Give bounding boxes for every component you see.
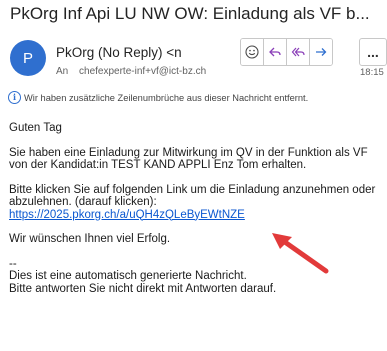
sender-name[interactable]: PkOrg (No Reply) <n [56,45,182,60]
no-reply-text: Bitte antworten Sie nicht direkt mit Ant… [9,282,277,295]
message-actions [240,38,333,66]
info-notice-text: Wir haben zusätzliche Zeilenumbrüche aus… [24,92,309,103]
avatar-initial: P [22,49,33,67]
emoji-reaction-icon[interactable] [241,39,264,65]
more-options-button[interactable]: ... [359,38,387,66]
info-icon: i [8,91,21,104]
sender-avatar[interactable]: P [10,40,46,76]
reply-all-icon[interactable] [287,39,310,65]
invite-text: Sie haben eine Einladung zur Mitwirkung … [9,146,368,172]
to-label: An [56,66,69,77]
recipient-row: An chefexperte-inf+vf@ict-bz.ch [56,66,206,77]
email-subject: PkOrg Inf Api LU NW OW: Einladung als VF… [10,4,370,23]
recipient-address[interactable]: chefexperte-inf+vf@ict-bz.ch [79,66,206,77]
info-notice: i Wir haben zusätzliche Zeilenumbrüche a… [8,91,308,104]
invitation-link[interactable]: https://2025.pkorg.ch/a/uQH4zQLeByEWtNZE [9,209,245,221]
reply-icon[interactable] [264,39,287,65]
annotation-arrow-icon [272,233,329,274]
instruction-text: Bitte klicken Sie auf folgenden Link um … [9,183,376,209]
email-time: 18:15 [360,67,384,78]
greeting-text: Guten Tag [9,122,62,134]
forward-icon[interactable] [310,39,332,65]
